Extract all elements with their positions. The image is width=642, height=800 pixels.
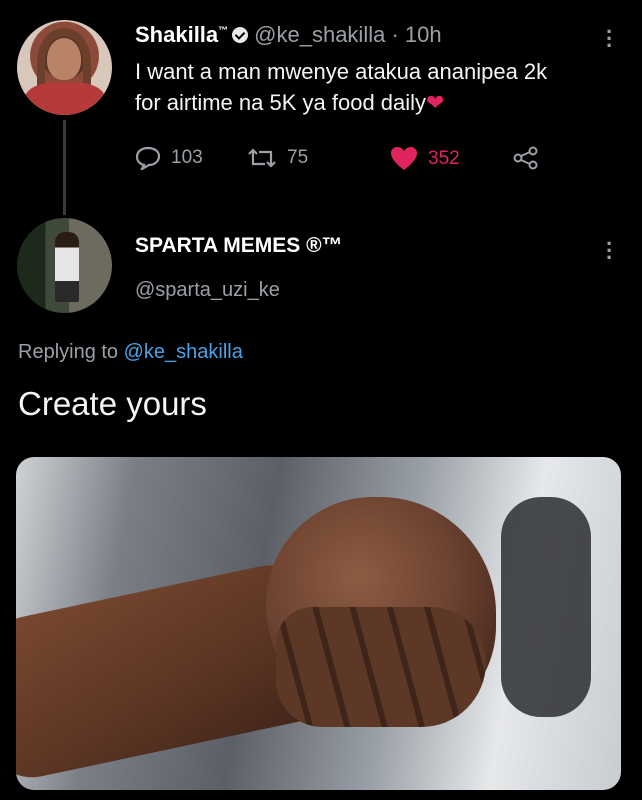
reply-button[interactable]: 103 bbox=[135, 146, 203, 170]
heart-icon bbox=[391, 147, 417, 170]
share-icon bbox=[513, 146, 538, 170]
attached-image[interactable] bbox=[16, 457, 621, 790]
avatar[interactable] bbox=[17, 20, 112, 115]
display-name-text: Shakilla bbox=[135, 22, 219, 47]
reply-text: Create yours bbox=[18, 385, 207, 422]
timestamp[interactable]: 10h bbox=[405, 22, 442, 47]
verified-icon bbox=[232, 27, 249, 43]
tweet-text: I want a man mwenye atakua ananipea 2k f… bbox=[135, 56, 615, 118]
like-button[interactable]: 352 bbox=[390, 146, 460, 172]
tweet-text-line2: for airtime na 5K ya food daily bbox=[135, 90, 427, 115]
reply-avatar[interactable] bbox=[17, 218, 112, 313]
handle[interactable]: @ke_shakilla bbox=[254, 22, 385, 47]
avatar-figure bbox=[55, 232, 79, 302]
retweet-icon bbox=[248, 148, 276, 168]
background-shape bbox=[501, 497, 591, 717]
reply-display-name[interactable]: SPARTA MEMES ®™ bbox=[135, 234, 343, 258]
tweet-text-line: for airtime na 5K ya food daily❤ bbox=[135, 87, 615, 118]
tweet-text-line: I want a man mwenye atakua ananipea 2k bbox=[135, 59, 548, 84]
reply-handle[interactable]: @sparta_uzi_ke bbox=[135, 279, 280, 302]
avatar-dress bbox=[25, 82, 105, 115]
mention-link[interactable]: @ke_shakilla bbox=[124, 341, 243, 363]
replying-to: Replying to @ke_shakilla bbox=[18, 341, 243, 364]
retweet-count: 75 bbox=[287, 147, 309, 168]
avatar-face bbox=[47, 38, 81, 80]
replying-prefix: Replying to bbox=[18, 341, 119, 363]
action-bar: 103 75 352 bbox=[135, 146, 615, 176]
separator: · bbox=[391, 22, 399, 47]
thread-line bbox=[63, 120, 66, 215]
share-button[interactable] bbox=[513, 146, 549, 170]
retweet-button[interactable]: 75 bbox=[247, 146, 308, 170]
display-name[interactable]: Shakilla™ bbox=[135, 22, 228, 47]
trademark-badge: ™ bbox=[218, 25, 229, 37]
more-icon[interactable]: · · · bbox=[606, 233, 613, 269]
heart-emoji: ❤ bbox=[426, 90, 445, 115]
reply-count: 103 bbox=[171, 147, 203, 168]
like-count: 352 bbox=[428, 148, 460, 169]
reply-icon bbox=[135, 146, 161, 170]
tweet-header: Shakilla™ @ke_shakilla · 10h bbox=[135, 22, 442, 48]
image-fingers bbox=[276, 607, 486, 727]
more-icon[interactable]: · · · bbox=[606, 21, 613, 57]
